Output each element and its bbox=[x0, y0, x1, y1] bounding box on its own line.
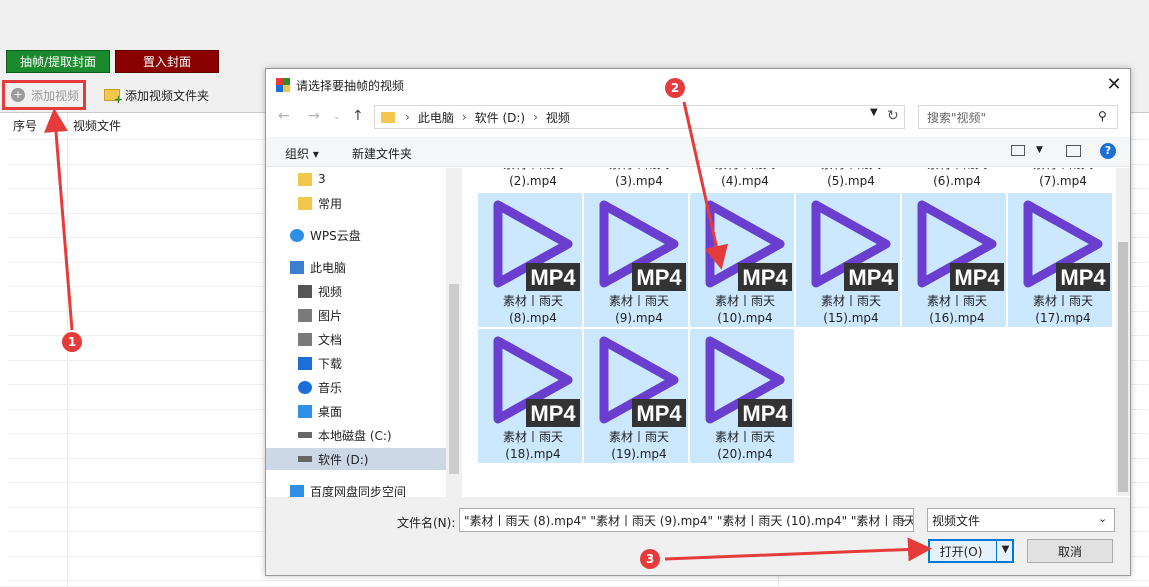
annotation-badge: 3 bbox=[640, 549, 660, 569]
annotation-layer bbox=[44, 101, 932, 562]
annotation-arrow bbox=[682, 101, 729, 270]
annotation-badge: 1 bbox=[62, 332, 82, 352]
annotation-arrow bbox=[44, 108, 74, 331]
annotation-arrow bbox=[664, 537, 932, 562]
annotation-badge: 2 bbox=[665, 78, 685, 98]
